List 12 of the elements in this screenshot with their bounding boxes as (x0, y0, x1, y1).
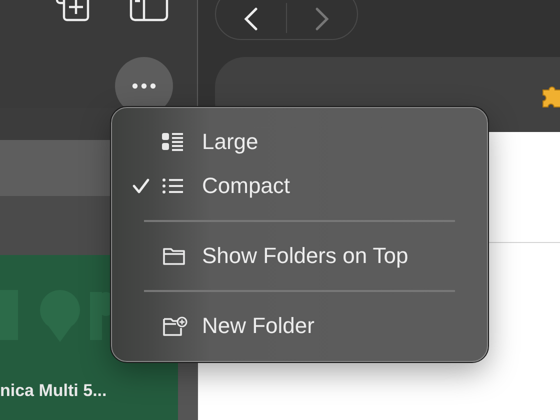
menu-item[interactable]: Compact (112, 164, 487, 208)
new-tab-icon[interactable] (55, 0, 91, 22)
sidebar-icon[interactable] (129, 0, 169, 22)
ellipsis-icon (132, 83, 156, 89)
chevron-right-icon (314, 7, 330, 31)
folder-icon (162, 246, 186, 266)
new-folder-icon (162, 315, 188, 337)
card-title: nica Multi 5... (0, 381, 108, 401)
large-list-icon (162, 132, 184, 152)
chevron-left-icon (243, 7, 259, 31)
menu-item[interactable]: Large (112, 120, 487, 164)
compact-list-icon (162, 177, 184, 195)
